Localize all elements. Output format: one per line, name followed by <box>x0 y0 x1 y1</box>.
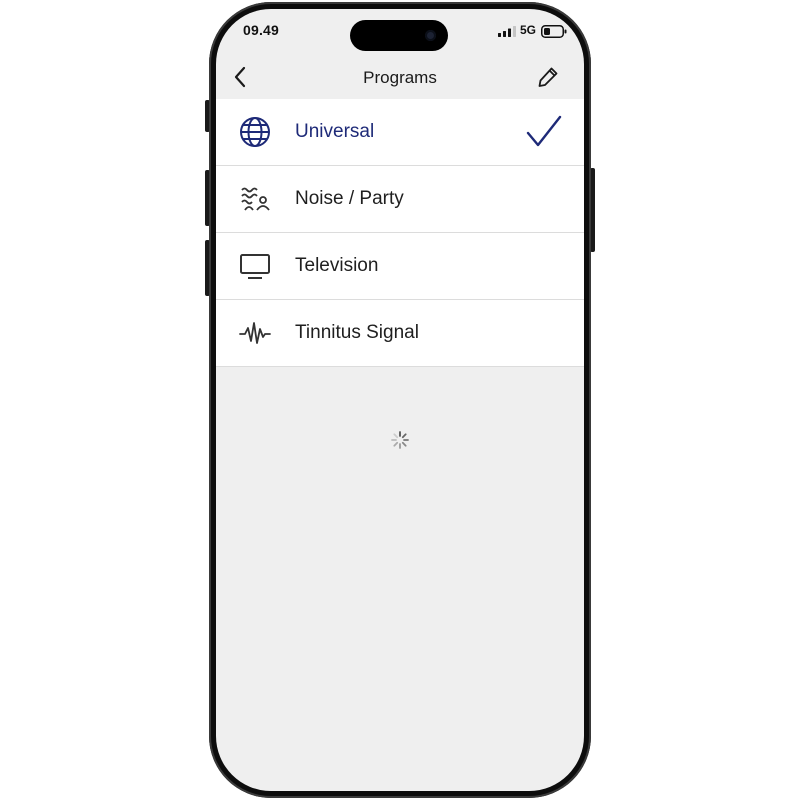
program-item-noise-party[interactable]: Noise / Party <box>216 166 584 233</box>
phone-frame: 09.49 5G Programs Universal Noise / Part… <box>209 2 591 798</box>
program-list: Universal Noise / Party Television Tinni… <box>216 99 584 367</box>
noise-party-icon <box>239 183 271 215</box>
program-label: Noise / Party <box>295 188 404 209</box>
globe-icon <box>239 116 271 148</box>
app-screen: 09.49 5G Programs Universal Noise / Part… <box>216 9 584 791</box>
program-item-television[interactable]: Television <box>216 233 584 300</box>
page-title: Programs <box>363 68 437 87</box>
spinner-icon <box>391 431 409 449</box>
signal-icon <box>498 26 516 37</box>
checkmark-icon <box>526 115 562 147</box>
edit-button[interactable] <box>534 63 562 91</box>
navigation-bar: Programs <box>216 55 584 99</box>
status-time: 09.49 <box>243 22 280 38</box>
dynamic-island <box>350 20 448 51</box>
program-label: Tinnitus Signal <box>295 322 419 343</box>
program-item-tinnitus-signal[interactable]: Tinnitus Signal <box>216 300 584 367</box>
battery-icon <box>541 25 567 38</box>
tinnitus-wave-icon <box>239 317 271 349</box>
program-label: Television <box>295 255 379 276</box>
device-mockup: 09.49 5G Programs Universal Noise / Part… <box>0 0 800 800</box>
program-item-universal[interactable]: Universal <box>216 99 584 166</box>
network-label: 5G <box>520 23 537 37</box>
pencil-icon <box>538 67 558 87</box>
program-label: Universal <box>295 121 375 142</box>
television-icon <box>239 250 271 282</box>
status-bar: 09.49 5G <box>216 9 584 55</box>
camera-icon <box>425 30 436 41</box>
